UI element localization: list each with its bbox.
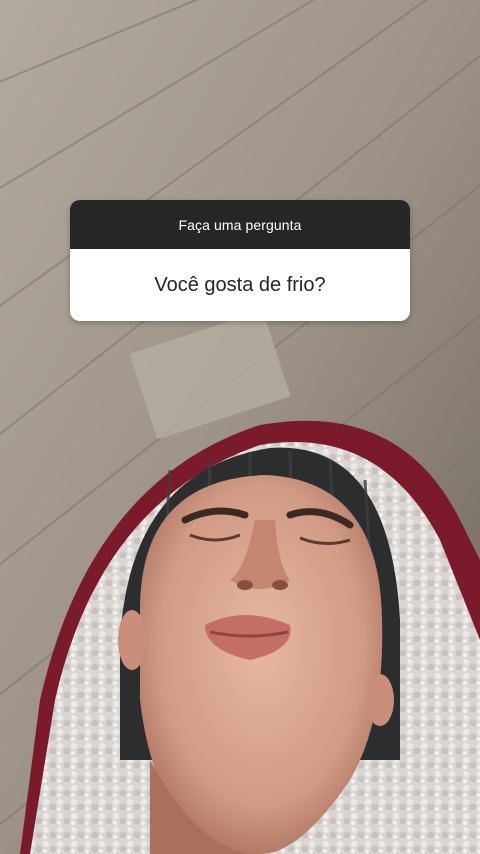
sticker-prompt: Faça uma pergunta (70, 200, 410, 249)
question-sticker[interactable]: Faça uma pergunta Você gosta de frio? (70, 200, 410, 321)
story-view[interactable]: Faça uma pergunta Você gosta de frio? (0, 0, 480, 854)
sticker-question-text: Você gosta de frio? (70, 249, 410, 321)
background-photo (0, 0, 480, 854)
